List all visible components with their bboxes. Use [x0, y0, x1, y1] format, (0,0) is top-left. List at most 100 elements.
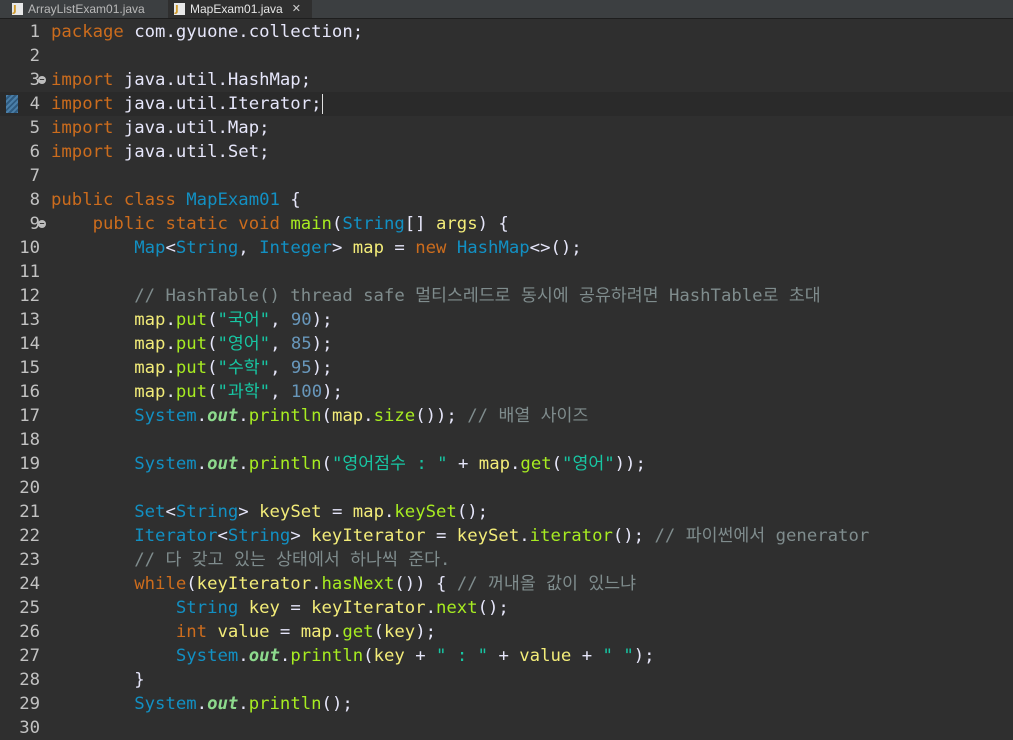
code-text: // HashTable() thread safe 멀티스레드로 동시에 공유… [51, 284, 820, 308]
code-token: println [248, 454, 322, 474]
code-line[interactable]: 2 [0, 44, 1013, 68]
code-line[interactable]: 9− public static void main(String[] args… [0, 212, 1013, 236]
code-token: "영어" [217, 334, 271, 354]
code-line[interactable]: 4 import java.util.Iterator; [0, 92, 1013, 116]
code-line[interactable]: 29 System.out.println(); [0, 692, 1013, 716]
code-token: . [238, 454, 249, 474]
code-token: put [175, 382, 208, 402]
close-tab-icon[interactable]: ✕ [292, 1, 301, 18]
code-line[interactable]: 1 package com.gyuone.collection; [0, 20, 1013, 44]
code-token: package [51, 22, 124, 42]
tab-arraylistexam01[interactable]: ArrayListExam01.java [6, 0, 166, 18]
code-token: println [290, 646, 364, 666]
code-line[interactable]: 12 // HashTable() thread safe 멀티스레드로 동시에… [0, 284, 1013, 308]
code-text: map.put("수학", 95); [51, 356, 332, 380]
code-text: System.out.println(map.size()); // 배열 사이… [51, 404, 588, 428]
code-token: int [175, 622, 218, 642]
code-line[interactable]: 26 int value = map.get(key); [0, 620, 1013, 644]
code-line[interactable]: 27 System.out.println(key + " : " + valu… [0, 644, 1013, 668]
code-text: import java.util.Map; [51, 116, 270, 140]
code-token: "국어" [217, 310, 271, 330]
code-token: "과학" [217, 382, 271, 402]
code-token: . [238, 406, 249, 426]
line-number: 19 [19, 454, 40, 474]
code-line[interactable]: 30 [0, 716, 1013, 740]
code-line[interactable]: 6 import java.util.Set; [0, 140, 1013, 164]
code-token: , [238, 238, 260, 258]
line-number: 26 [19, 622, 40, 642]
code-text: System.out.println(key + " : " + value +… [51, 644, 655, 668]
code-token: map [331, 406, 364, 426]
fold-toggle-icon[interactable]: − [38, 76, 46, 84]
code-line[interactable]: 3− import java.util.HashMap; [0, 68, 1013, 92]
code-text: } [51, 668, 144, 692]
tab-mapexam01[interactable]: MapExam01.java ✕ [168, 0, 312, 18]
code-line[interactable]: 13 map.put("국어", 90); [0, 308, 1013, 332]
code-token: . [311, 574, 322, 594]
code-text: Map<String, Integer> map = new HashMap<>… [51, 236, 581, 260]
code-text: // 다 갖고 있는 상태에서 하나씩 준다. [51, 548, 450, 572]
code-line[interactable]: 18 [0, 428, 1013, 452]
code-token: ( [321, 454, 332, 474]
code-line[interactable]: 20 [0, 476, 1013, 500]
code-token: println [248, 694, 322, 714]
code-token: // 파이썬에서 generator [654, 526, 870, 546]
code-text: while(keyIterator.hasNext()) { // 꺼내올 값이… [51, 572, 636, 596]
code-token: ); [415, 622, 437, 642]
code-token: keySet [394, 502, 457, 522]
code-line[interactable]: 16 map.put("과학", 100); [0, 380, 1013, 404]
code-line[interactable]: 28 } [0, 668, 1013, 692]
code-token: = [279, 598, 312, 618]
code-line[interactable]: 15 map.put("수학", 95); [0, 356, 1013, 380]
code-text: public class MapExam01 { [51, 188, 301, 212]
code-line[interactable]: 7 [0, 164, 1013, 188]
code-line[interactable]: 21 Set<String> keySet = map.keySet(); [0, 500, 1013, 524]
line-number: 9 [29, 214, 40, 234]
code-token: + [571, 646, 603, 666]
code-text: import java.util.Iterator; [51, 92, 323, 116]
code-text: int value = map.get(key); [51, 620, 436, 644]
line-number: 4 [29, 94, 40, 114]
code-token: keyIterator [311, 526, 426, 546]
code-editor[interactable]: 1 package com.gyuone.collection; 2 3− import… [0, 19, 1013, 740]
code-line[interactable]: 19 System.out.println("영어점수 : " + map.ge… [0, 452, 1013, 476]
line-number: 25 [19, 598, 40, 618]
code-line[interactable]: 10 Map<String, Integer> map = new HashMa… [0, 236, 1013, 260]
code-line[interactable]: 23 // 다 갖고 있는 상태에서 하나씩 준다. [0, 548, 1013, 572]
code-token: // 꺼내올 값이 있느냐 [456, 574, 637, 594]
code-token: , [270, 358, 291, 378]
code-line[interactable]: 11 [0, 260, 1013, 284]
line-number: 11 [19, 262, 40, 282]
code-token: . [196, 694, 208, 714]
code-token: String [175, 598, 239, 618]
code-text: public static void main(String[] args) { [51, 212, 509, 236]
code-token: . [165, 310, 176, 330]
code-token: ); [311, 310, 333, 330]
code-token: Map [134, 238, 166, 258]
code-token: , [270, 382, 291, 402]
line-number: 17 [19, 406, 40, 426]
code-line[interactable]: 17 System.out.println(map.size()); // 배열… [0, 404, 1013, 428]
code-line[interactable]: 22 Iterator<String> keyIterator = keySet… [0, 524, 1013, 548]
code-token: value [217, 622, 270, 642]
fold-toggle-icon[interactable]: − [38, 220, 46, 228]
code-line[interactable]: 24 while(keyIterator.hasNext()) { // 꺼내올… [0, 572, 1013, 596]
java-file-icon [174, 1, 185, 18]
code-line[interactable]: 14 map.put("영어", 85); [0, 332, 1013, 356]
line-number: 6 [29, 142, 40, 162]
code-token: ( [551, 454, 563, 474]
code-token: key [248, 598, 280, 618]
code-token: . [331, 622, 343, 642]
code-line[interactable]: 25 String key = keyIterator.next(); [0, 596, 1013, 620]
code-line[interactable]: 5 import java.util.Map; [0, 116, 1013, 140]
code-token: " : " [436, 646, 489, 666]
code-token: out [207, 694, 239, 714]
code-line[interactable]: 8 public class MapExam01 { [0, 188, 1013, 212]
code-token: . [165, 382, 176, 402]
code-token: ); [633, 646, 655, 666]
